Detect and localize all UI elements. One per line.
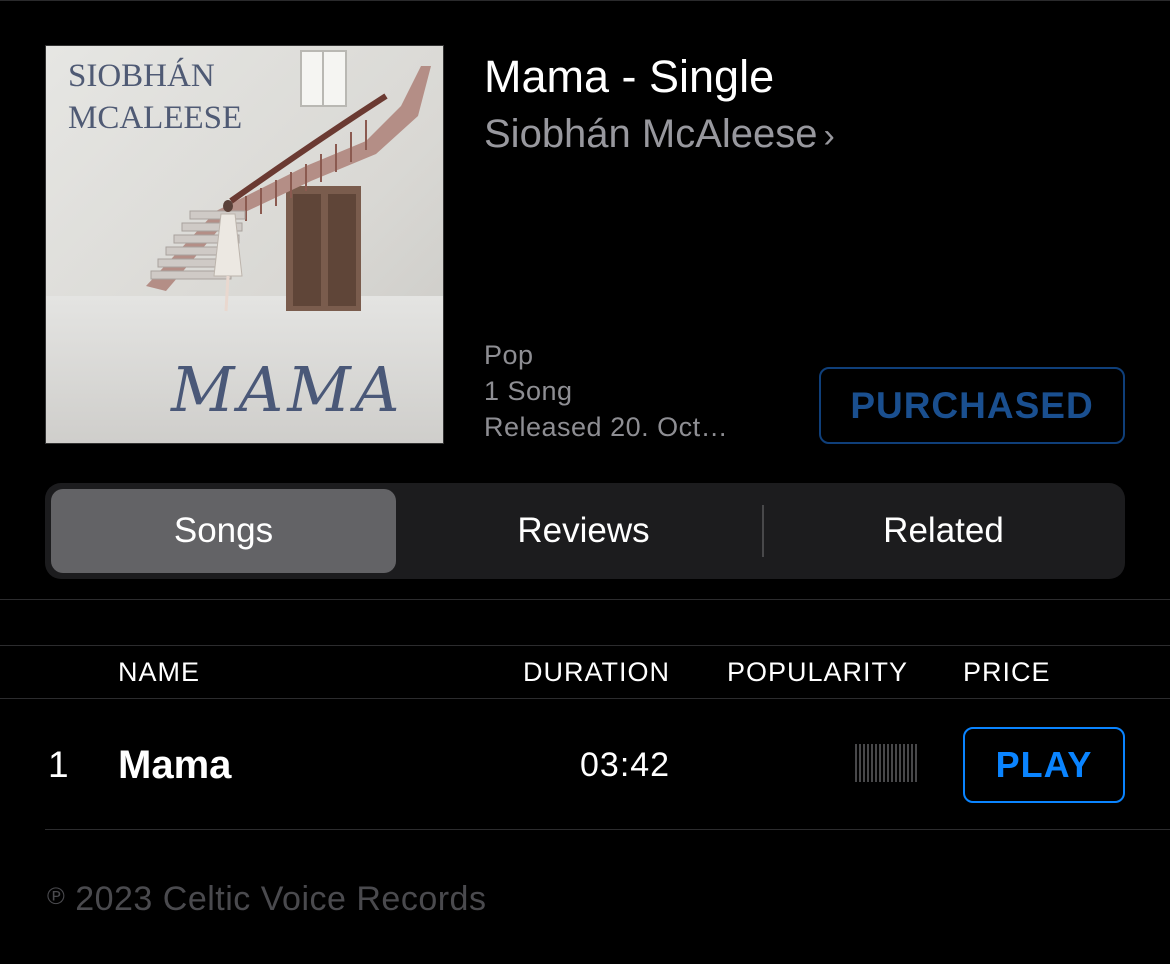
popularity-bars bbox=[855, 744, 917, 782]
artwork-artist-first-name: SIOBHÁN bbox=[68, 57, 215, 94]
chevron-right-icon: › bbox=[823, 117, 835, 155]
popularity-bar bbox=[911, 744, 913, 782]
header-top-divider bbox=[0, 645, 1170, 646]
album-song-count: 1 Song bbox=[484, 376, 573, 406]
track-duration: 03:42 bbox=[580, 746, 671, 784]
header-bottom-divider bbox=[0, 698, 1170, 699]
phonogram-p-icon: ℗ bbox=[47, 883, 66, 910]
purchased-button[interactable]: PURCHASED bbox=[819, 367, 1125, 444]
segmented-control: Songs Reviews Related bbox=[45, 483, 1125, 579]
tab-reviews[interactable]: Reviews bbox=[411, 489, 756, 573]
popularity-bar bbox=[903, 744, 905, 782]
tab-related[interactable]: Related bbox=[771, 489, 1116, 573]
popularity-bar bbox=[879, 744, 881, 782]
artwork-title: MAMA bbox=[170, 353, 404, 426]
artist-link[interactable]: Siobhán McAleese › bbox=[484, 110, 835, 160]
play-button[interactable]: PLAY bbox=[963, 727, 1125, 803]
track-number: 1 bbox=[48, 744, 69, 785]
popularity-bar bbox=[867, 744, 869, 782]
column-header-name[interactable]: NAME bbox=[118, 655, 200, 689]
album-genre: Pop bbox=[484, 340, 534, 370]
row-divider bbox=[45, 829, 1170, 830]
top-divider bbox=[0, 0, 1170, 1]
artwork-artist-last-name: MCALEESE bbox=[68, 100, 242, 136]
section-divider bbox=[0, 599, 1170, 600]
popularity-bar bbox=[859, 744, 861, 782]
popularity-bar bbox=[887, 744, 889, 782]
popularity-bar bbox=[883, 744, 885, 782]
copyright-text: 2023 Celtic Voice Records bbox=[75, 880, 487, 918]
artist-name: Siobhán McAleese bbox=[484, 112, 818, 156]
segment-divider bbox=[762, 505, 764, 557]
album-artwork[interactable]: SIOBHÁN MCALEESE MAMA bbox=[45, 45, 444, 444]
popularity-bar bbox=[863, 744, 865, 782]
popularity-bar bbox=[855, 744, 857, 782]
popularity-bar bbox=[871, 744, 873, 782]
popularity-bar bbox=[895, 744, 897, 782]
column-header-duration[interactable]: DURATION bbox=[523, 655, 670, 689]
column-header-price[interactable]: PRICE bbox=[963, 655, 1051, 689]
album-release-date: Released 20. Oct… bbox=[484, 412, 729, 442]
popularity-bar bbox=[899, 744, 901, 782]
popularity-bar bbox=[907, 744, 909, 782]
tab-songs[interactable]: Songs bbox=[51, 489, 396, 573]
track-name[interactable]: Mama bbox=[118, 741, 231, 789]
copyright: ℗ 2023 Celtic Voice Records bbox=[47, 876, 486, 920]
popularity-bar bbox=[891, 744, 893, 782]
artwork-image: SIOBHÁN MCALEESE MAMA bbox=[46, 46, 443, 443]
album-title: Mama - Single bbox=[484, 51, 775, 102]
popularity-bar bbox=[875, 744, 877, 782]
popularity-bar bbox=[915, 744, 917, 782]
column-header-popularity[interactable]: POPULARITY bbox=[727, 655, 908, 689]
